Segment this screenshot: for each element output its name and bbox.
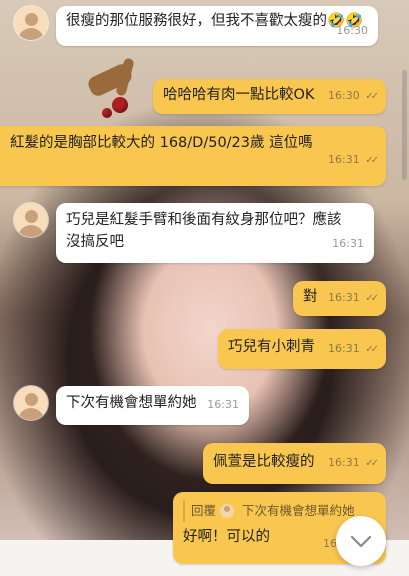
message-time: 16:30: [336, 24, 368, 37]
message-bubble[interactable]: 對 16:31 ✓✓: [293, 281, 386, 316]
message-meta: 16:31 ✓✓: [328, 149, 379, 172]
message-time: 16:31: [328, 291, 360, 304]
reply-quote-text: 下次有機會想單約她: [242, 503, 355, 518]
message-row: 佩萱是比較瘦的 16:31 ✓✓: [203, 443, 386, 484]
message-text: 好啊！可以的: [183, 529, 270, 545]
message-text: 很瘦的那位服務很好，但我不喜歡太瘦的🤣🤣: [66, 13, 364, 29]
message-time: 16:31: [328, 342, 360, 355]
message-bubble[interactable]: 哈哈哈有肉一點比較OK 16:30 ✓✓: [153, 79, 386, 114]
message-bubble[interactable]: 巧兒有小刺青 16:31 ✓✓: [218, 329, 386, 369]
message-row: 哈哈哈有肉一點比較OK 16:30 ✓✓: [153, 79, 386, 114]
read-check-icon: ✓✓: [365, 91, 379, 102]
message-bubble[interactable]: 巧兒是紅髮手臂和後面有紋身那位吧？應該沒搞反吧 16:31: [56, 203, 374, 263]
message-time: 16:31: [328, 456, 360, 469]
message-bubble[interactable]: 紅髮的是胸部比較大的 168/D/50/23歲 這位嗎 16:31 ✓✓: [0, 126, 386, 186]
message-meta: 16:31 ✓✓: [328, 452, 379, 475]
user-avatar[interactable]: [14, 386, 48, 420]
message-meta: 16:31 ✓✓: [328, 287, 379, 310]
background-decoration: [102, 108, 112, 118]
read-check-icon: ✓✓: [365, 293, 379, 304]
scroll-to-bottom-button[interactable]: [336, 516, 386, 566]
message-text: 佩萱是比較瘦的: [213, 454, 315, 470]
message-row: 很瘦的那位服務很好，但我不喜歡太瘦的🤣🤣 16:30: [14, 6, 378, 46]
message-row: 下次有機會想單約她 16:31: [14, 386, 249, 425]
read-check-icon: ✓✓: [365, 155, 379, 166]
message-time: 16:31: [328, 153, 360, 166]
chevron-down-icon: [350, 535, 372, 548]
reply-label: 回覆: [191, 503, 217, 518]
message-row: 巧兒是紅髮手臂和後面有紋身那位吧？應該沒搞反吧 16:31: [14, 203, 374, 263]
reply-avatar: [220, 504, 235, 518]
message-row: 對 16:31 ✓✓: [293, 281, 386, 316]
message-text: 哈哈哈有肉一點比較OK: [163, 87, 315, 103]
scrollbar[interactable]: [402, 70, 407, 180]
message-time: 16:30: [328, 89, 360, 102]
message-text: 巧兒有小刺青: [228, 339, 315, 355]
message-text: 下次有機會想單約她: [66, 395, 197, 411]
message-time: 16:31: [207, 398, 239, 411]
message-bubble[interactable]: 很瘦的那位服務很好，但我不喜歡太瘦的🤣🤣 16:30: [56, 6, 378, 46]
message-text: 巧兒是紅髮手臂和後面有紋身那位吧？應該沒搞反吧: [66, 212, 342, 250]
message-row: 紅髮的是胸部比較大的 168/D/50/23歲 這位嗎 16:31 ✓✓: [0, 126, 386, 186]
user-avatar[interactable]: [14, 203, 48, 237]
read-check-icon: ✓✓: [365, 344, 379, 355]
message-meta: 16:31 ✓✓: [328, 338, 379, 361]
read-check-icon: ✓✓: [365, 458, 379, 469]
user-avatar[interactable]: [14, 6, 48, 40]
background-decoration: [112, 97, 128, 113]
message-text: 對: [303, 289, 318, 305]
message-row: 巧兒有小刺青 16:31 ✓✓: [218, 329, 386, 369]
message-bubble[interactable]: 下次有機會想單約她 16:31: [56, 386, 249, 425]
message-text: 紅髮的是胸部比較大的 168/D/50/23歲 這位嗎: [10, 135, 313, 151]
message-time: 16:31: [332, 237, 364, 250]
message-bubble[interactable]: 佩萱是比較瘦的 16:31 ✓✓: [203, 443, 386, 484]
message-meta: 16:30 ✓✓: [328, 85, 379, 108]
